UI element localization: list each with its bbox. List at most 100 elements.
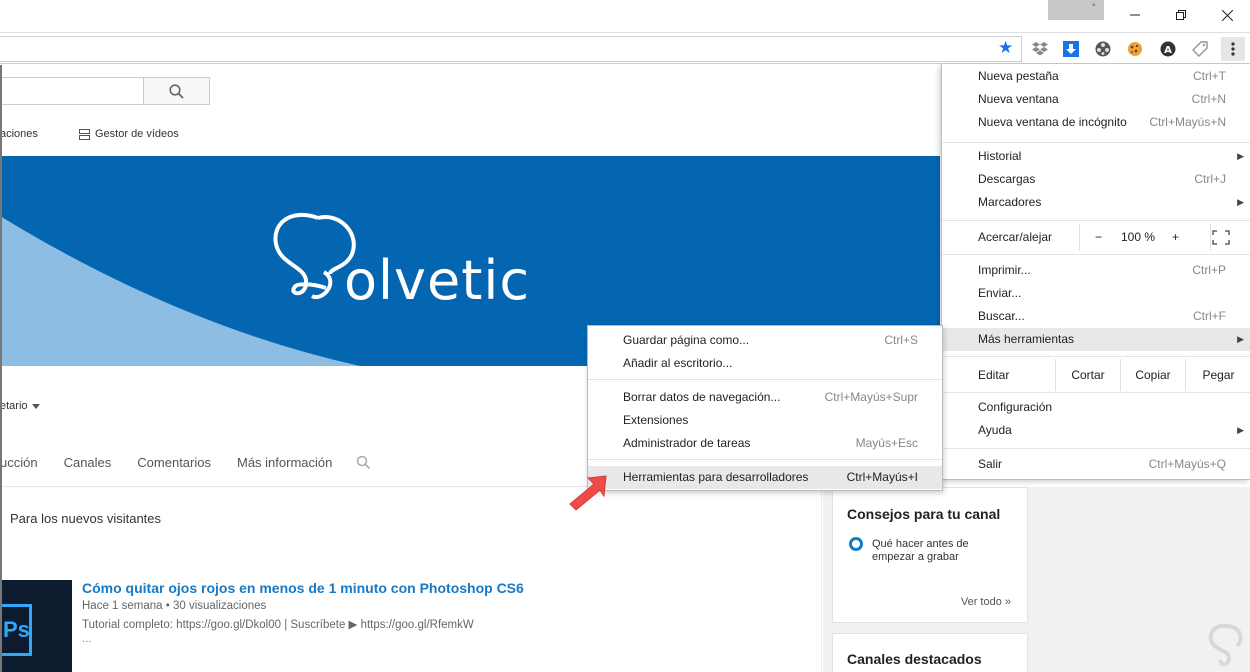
tab-comments[interactable]: Comentarios	[137, 455, 211, 470]
menu-item-print[interactable]: Imprimir... Ctrl+P	[942, 259, 1250, 282]
tip-item-link[interactable]: Qué hacer antes de empezar a grabar	[872, 538, 972, 564]
menu-label: Nueva pestaña	[978, 69, 1059, 83]
submenu-arrow-icon: ▶	[1237, 425, 1244, 435]
zoom-in-button[interactable]: +	[1172, 224, 1179, 251]
video-meta: Hace 1 semana • 30 visualizaciones	[82, 600, 267, 612]
address-bar[interactable]	[0, 36, 1022, 62]
menu-item-settings[interactable]: Configuración	[942, 396, 1250, 419]
menu-item-new-tab[interactable]: Nueva pestaña Ctrl+T	[942, 65, 1250, 88]
owner-dropdown[interactable]: etario	[0, 400, 40, 412]
see-all-link[interactable]: Ver todo »	[961, 596, 1011, 608]
menu-label: Descargas	[978, 172, 1036, 186]
tab-intro[interactable]: ucción	[0, 455, 38, 470]
submenu-item-clear-data[interactable]: Borrar datos de navegación... Ctrl+Mayús…	[588, 386, 942, 409]
menu-item-downloads[interactable]: Descargas Ctrl+J	[942, 168, 1250, 191]
bookmark-star-icon[interactable]: ★	[998, 39, 1013, 56]
menu-label: Guardar página como...	[623, 333, 750, 347]
submenu-item-extensions[interactable]: Extensiones	[588, 409, 942, 432]
menu-separator	[942, 142, 1250, 143]
tag-icon[interactable]	[1192, 41, 1208, 57]
zoom-controls: − 100 % +	[1079, 224, 1211, 251]
film-reel-icon[interactable]	[1095, 41, 1111, 57]
menu-separator	[588, 379, 942, 380]
menu-label: Marcadores	[978, 195, 1042, 209]
submenu-item-add-desktop[interactable]: Añadir al escritorio...	[588, 352, 942, 375]
video-title-link[interactable]: Cómo quitar ojos rojos en menos de 1 min…	[82, 580, 524, 596]
menu-label: Añadir al escritorio...	[623, 356, 733, 370]
menu-label: Historial	[978, 149, 1022, 163]
video-more: ...	[82, 633, 92, 645]
menu-label: Salir	[978, 457, 1003, 471]
menu-separator	[942, 448, 1250, 449]
submenu-item-save-page[interactable]: Guardar página como... Ctrl+S	[588, 329, 942, 352]
menu-shortcut: Ctrl+Mayús+N	[1149, 115, 1226, 129]
radio-circle-icon[interactable]	[849, 537, 863, 551]
menu-shortcut: Ctrl+F	[1193, 309, 1226, 323]
menu-shortcut: Ctrl+P	[1192, 263, 1226, 277]
menu-item-edit: Editar Cortar Copiar Pegar	[942, 359, 1250, 391]
cookie-icon[interactable]	[1127, 41, 1143, 57]
menu-label: Enviar...	[978, 286, 1022, 300]
menu-shortcut: Ctrl+S	[884, 333, 918, 347]
channel-content: Para los nuevos visitantes Ps Cómo quita…	[0, 487, 822, 672]
menu-shortcut: Ctrl+N	[1191, 92, 1226, 106]
menu-label: Administrador de tareas	[623, 436, 751, 450]
copy-button[interactable]: Copiar	[1120, 359, 1185, 391]
menu-shortcut: Ctrl+J	[1194, 172, 1226, 186]
menu-label: Imprimir...	[978, 263, 1031, 277]
nav-item-notifications[interactable]: aciones	[0, 128, 38, 140]
zoom-out-button[interactable]: −	[1095, 224, 1102, 251]
menu-item-help[interactable]: Ayuda ▶	[942, 419, 1250, 442]
profile-tab[interactable]: °	[1048, 0, 1104, 20]
search-button[interactable]	[143, 77, 210, 105]
video-thumbnail[interactable]: Ps	[0, 580, 72, 672]
dropbox-icon[interactable]	[1032, 41, 1048, 57]
restore-button[interactable]	[1158, 0, 1204, 30]
menu-item-more-tools[interactable]: Más herramientas ▶	[942, 328, 1250, 351]
title-bar: °	[0, 0, 1250, 32]
menu-label: Acercar/alejar	[978, 230, 1053, 244]
tab-channels[interactable]: Canales	[64, 455, 112, 470]
submenu-item-task-manager[interactable]: Administrador de tareas Mayús+Esc	[588, 432, 942, 455]
chrome-main-menu: Nueva pestaña Ctrl+T Nueva ventana Ctrl+…	[941, 64, 1250, 480]
menu-item-send[interactable]: Enviar...	[942, 282, 1250, 305]
cut-button[interactable]: Cortar	[1055, 359, 1120, 391]
watermark-logo-icon	[1208, 623, 1243, 667]
menu-item-history[interactable]: Historial ▶	[942, 145, 1250, 168]
menu-label: Ayuda	[978, 423, 1012, 437]
chrome-menu-button[interactable]	[1221, 37, 1245, 61]
browser-toolbar: ★ A	[0, 32, 1250, 64]
menu-label: Nueva ventana de incógnito	[978, 115, 1127, 129]
paste-button[interactable]: Pegar	[1185, 359, 1250, 391]
close-icon	[1221, 9, 1233, 21]
restore-icon	[1176, 10, 1186, 20]
caret-down-icon	[31, 403, 40, 409]
fullscreen-icon[interactable]	[1212, 230, 1230, 245]
featured-channels-card: Canales destacados	[832, 633, 1028, 672]
featured-channels-title: Canales destacados	[847, 651, 982, 667]
menu-item-exit[interactable]: Salir Ctrl+Mayús+Q	[942, 453, 1250, 476]
menu-label: Editar	[978, 368, 1010, 382]
search-icon	[169, 83, 184, 99]
close-button[interactable]	[1204, 0, 1250, 30]
minimize-button[interactable]	[1112, 0, 1158, 30]
profile-marker: °	[1092, 2, 1096, 12]
more-tools-submenu: Guardar página como... Ctrl+S Añadir al …	[587, 325, 943, 491]
search-input[interactable]	[0, 77, 144, 105]
channel-search-icon[interactable]	[356, 455, 371, 470]
menu-item-find[interactable]: Buscar... Ctrl+F	[942, 305, 1250, 328]
menu-item-incognito[interactable]: Nueva ventana de incógnito Ctrl+Mayús+N	[942, 111, 1250, 134]
video-manager-icon	[79, 128, 90, 140]
submenu-item-dev-tools[interactable]: Herramientas para desarrolladores Ctrl+M…	[588, 466, 942, 489]
menu-item-bookmarks[interactable]: Marcadores ▶	[942, 191, 1250, 214]
menu-item-new-window[interactable]: Nueva ventana Ctrl+N	[942, 88, 1250, 111]
download-icon[interactable]	[1063, 41, 1079, 57]
tips-card: Consejos para tu canal Qué hacer antes d…	[832, 487, 1028, 623]
section-title: Para los nuevos visitantes	[10, 511, 162, 526]
window-left-edge	[0, 65, 2, 672]
menu-separator	[588, 459, 942, 460]
a-circle-icon[interactable]: A	[1160, 41, 1176, 57]
nav-item-video-manager[interactable]: Gestor de vídeos	[79, 128, 179, 140]
tab-about[interactable]: Más información	[237, 455, 332, 470]
menu-separator	[942, 356, 1250, 357]
